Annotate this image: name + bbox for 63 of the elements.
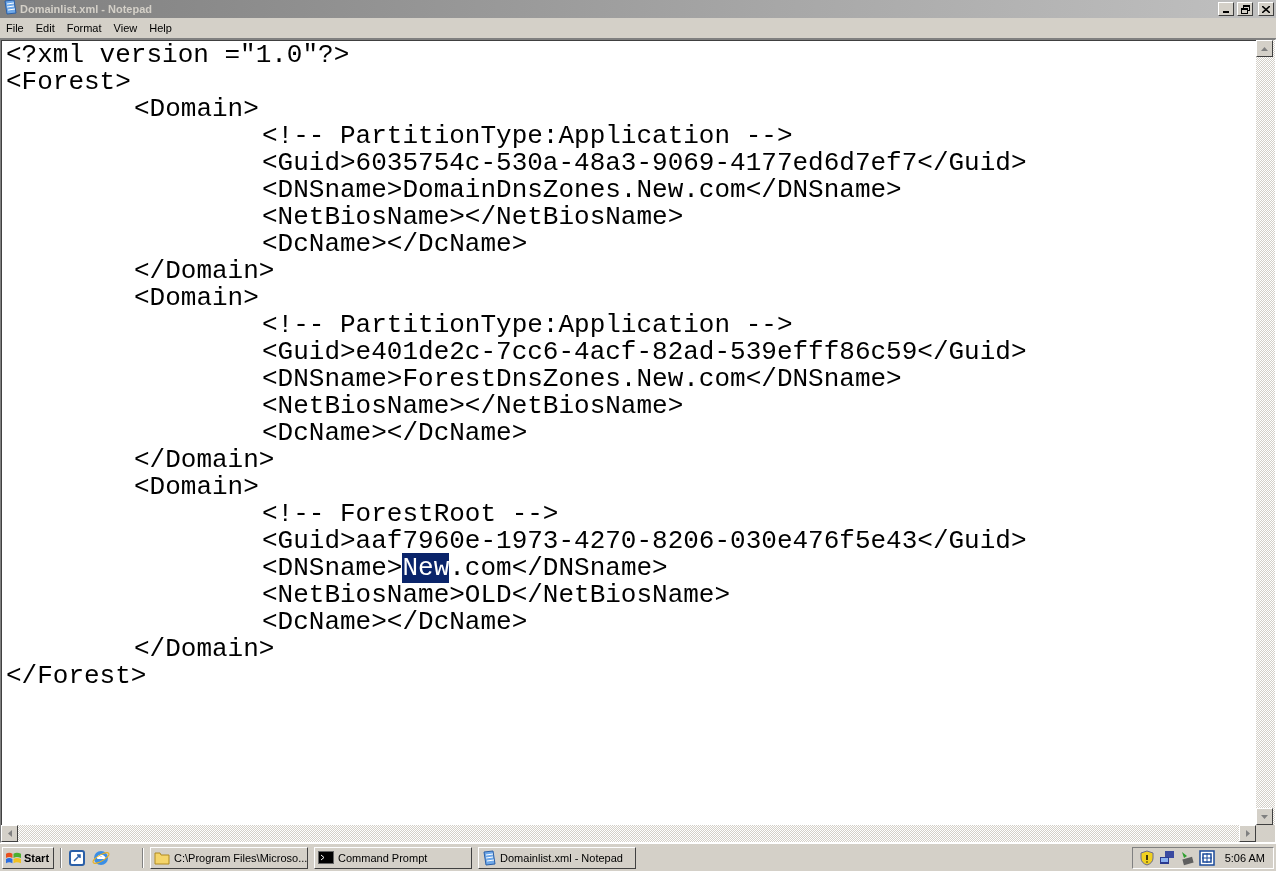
left-arrow-icon [7, 830, 12, 837]
console-icon [318, 851, 335, 864]
code-line: <NetBiosName></NetBiosName> [262, 391, 684, 421]
selected-text: New [402, 553, 450, 583]
clock[interactable]: 5:06 AM [1224, 851, 1265, 864]
code-line: <?xml version ="1.0"?> [6, 41, 350, 70]
menu-item[interactable]: File [0, 22, 30, 34]
desktop-shortcut-icon[interactable] [68, 848, 87, 867]
restore-button[interactable] [1237, 2, 1253, 16]
browser-icon[interactable] [92, 848, 111, 867]
code-line: <DcName></DcName> [262, 229, 528, 259]
code-line: <Guid>aaf7960e-1973-4270-8206-030e476f5e43</Guid> [262, 526, 1027, 556]
window-title: Domainlist.xml - Notepad [20, 3, 154, 15]
windows-icon[interactable] [1198, 849, 1215, 866]
notepad-icon [3, 0, 17, 15]
code-line: <!-- PartitionType:Application --> [262, 310, 793, 340]
code-line: </Domain> [134, 256, 275, 286]
scroll-down-button[interactable] [1256, 808, 1273, 825]
text-area[interactable] [1, 40, 1256, 825]
code-line: <DNSname>DomainDnsZones.New.com</DNSname> [262, 175, 902, 205]
code-line: </Domain> [134, 445, 275, 475]
taskbar-button[interactable]: Domainlist.xml - Notepad [478, 846, 637, 869]
code-line: <Forest> [6, 67, 131, 97]
scroll-left-button[interactable] [1, 825, 18, 842]
code-line: <Guid>6035754c-530a-48a3-9069-4177ed6d7ef7</Guid> [262, 148, 1027, 178]
code-text: <DNSname> [262, 553, 403, 583]
taskbar-button[interactable]: Command Prompt [314, 846, 473, 869]
vertical-scrollbar[interactable] [1256, 40, 1275, 825]
taskbar-button[interactable]: C:\Program Files\Microso... [150, 846, 309, 869]
close-icon [1262, 5, 1270, 13]
up-arrow-icon [1261, 46, 1268, 51]
right-arrow-icon [1245, 830, 1250, 837]
network-icon[interactable] [1158, 849, 1175, 866]
code-line: <DcName></DcName> [262, 418, 528, 448]
code-line: <NetBiosName>OLD</NetBiosName> [262, 580, 731, 610]
code-line: <Domain> [134, 94, 259, 124]
menu-item[interactable]: Edit [29, 22, 61, 34]
code-line: <DNSname>ForestDnsZones.New.com</DNSname> [262, 364, 902, 394]
windows-logo-icon [6, 851, 21, 864]
scroll-up-button[interactable] [1256, 40, 1273, 57]
code-line: <Domain> [134, 283, 259, 313]
code-line: <Domain> [134, 472, 259, 502]
start-button[interactable]: Start [2, 846, 55, 869]
code-line: <DcName></DcName> [262, 607, 528, 637]
close-button[interactable] [1258, 2, 1274, 16]
scroll-right-button[interactable] [1239, 825, 1256, 842]
code-line: <!-- ForestRoot --> [262, 499, 559, 529]
folder-icon [154, 850, 171, 865]
shield-icon[interactable] [1138, 849, 1155, 866]
horizontal-scrollbar[interactable] [1, 825, 1256, 842]
code-line: </Forest> [6, 661, 147, 691]
code-text: .com</DNSname> [449, 553, 668, 583]
code-line: <Guid>e401de2c-7cc6-4acf-82ad-539efff86c59</Guid> [262, 337, 1027, 367]
minimize-button[interactable] [1218, 2, 1234, 16]
code-line: <NetBiosName></NetBiosName> [262, 202, 684, 232]
down-arrow-icon [1261, 814, 1268, 819]
code-line: <!-- PartitionType:Application --> [262, 121, 793, 151]
notepad-icon [482, 849, 497, 866]
menu-item[interactable]: Help [143, 22, 178, 34]
restore-icon [1240, 4, 1250, 14]
menu-item[interactable]: View [107, 22, 144, 34]
code-line: </Domain> [134, 634, 275, 664]
menu-item[interactable]: Format [60, 22, 108, 34]
